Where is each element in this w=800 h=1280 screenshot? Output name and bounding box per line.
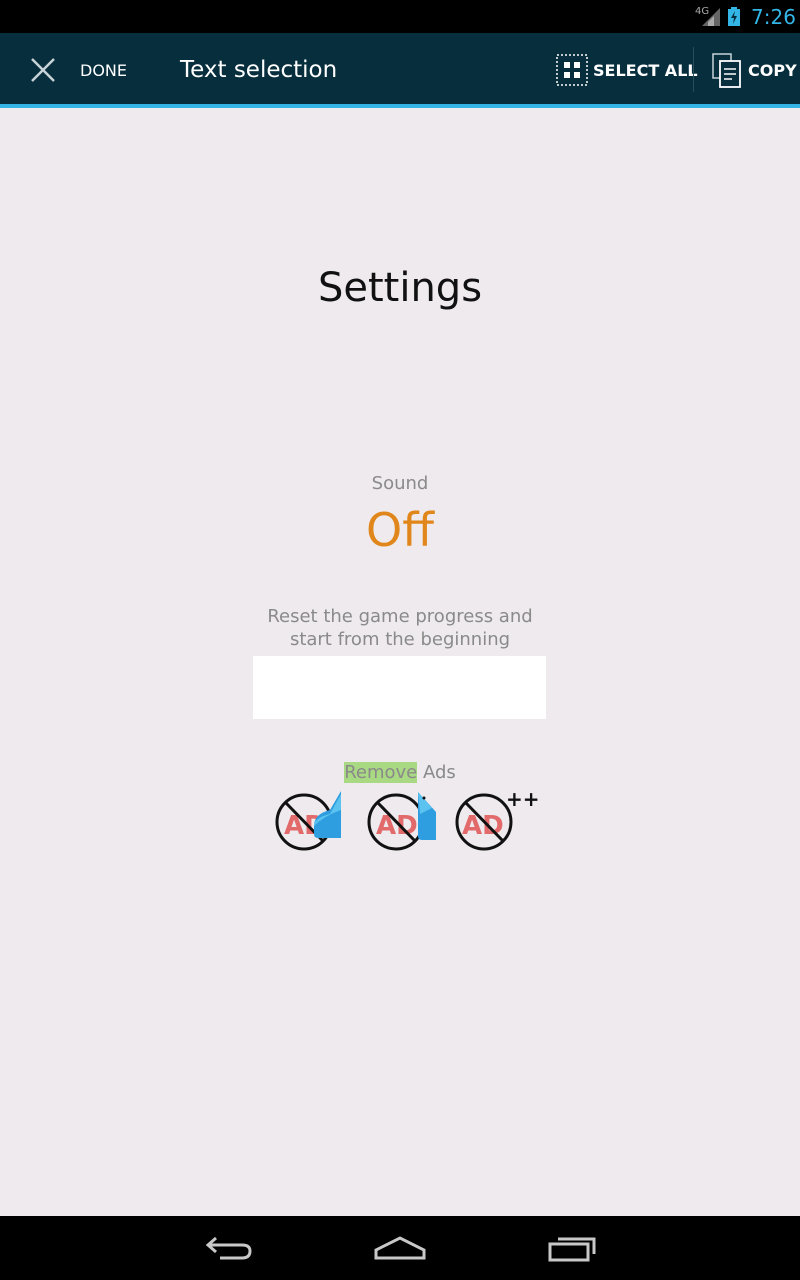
remove-ads-icon: AD [367,792,436,851]
page-title: Settings [317,265,483,311]
selected-text[interactable]: Remove [344,762,418,783]
sound-label: Sound [371,473,429,494]
signal-icon [702,8,720,26]
recents-icon [548,1237,596,1262]
done-label[interactable]: DONE [80,61,127,80]
home-icon [374,1236,426,1260]
status-bar: 4G 7:26 [0,0,800,33]
battery-charging-icon [728,7,740,26]
reset-progress-button[interactable] [253,656,546,719]
reset-description-line: start from the beginning [289,629,511,650]
plus-badge: ++ [506,790,540,811]
reset-description-line: Reset the game progress and [267,606,533,627]
reset-description: Reset the game progress and start from t… [250,605,550,651]
remove-ads-option-3[interactable]: AD ++ [454,790,540,854]
select-all-button[interactable]: SELECT ALL [552,50,698,92]
remove-ads-label: Remove Ads [0,762,800,783]
select-all-icon [556,54,588,86]
navigation-bar [0,1216,800,1280]
back-icon [205,1236,252,1260]
clock: 7:26 [751,5,796,29]
action-bar-title: Text selection [180,57,338,83]
copy-icon [712,53,741,88]
copy-label: COPY [748,61,797,80]
ads-label-rest: Ads [417,762,456,783]
done-button[interactable] [20,52,66,90]
action-bar-underline [0,104,800,108]
remove-ads-plus-icon: AD ++ [455,790,540,851]
remove-ads-option-1[interactable]: AD [274,790,344,854]
close-icon [31,58,55,82]
select-all-label: SELECT ALL [593,61,698,80]
recents-button[interactable] [530,1216,610,1280]
remove-ads-option-2[interactable]: AD [366,790,436,854]
back-button[interactable] [190,1216,270,1280]
home-button[interactable] [360,1216,440,1280]
copy-button[interactable]: COPY [706,50,798,92]
sound-toggle[interactable]: Off [0,503,800,557]
action-bar-divider [693,47,694,92]
remove-ads-icon: AD [275,791,341,851]
